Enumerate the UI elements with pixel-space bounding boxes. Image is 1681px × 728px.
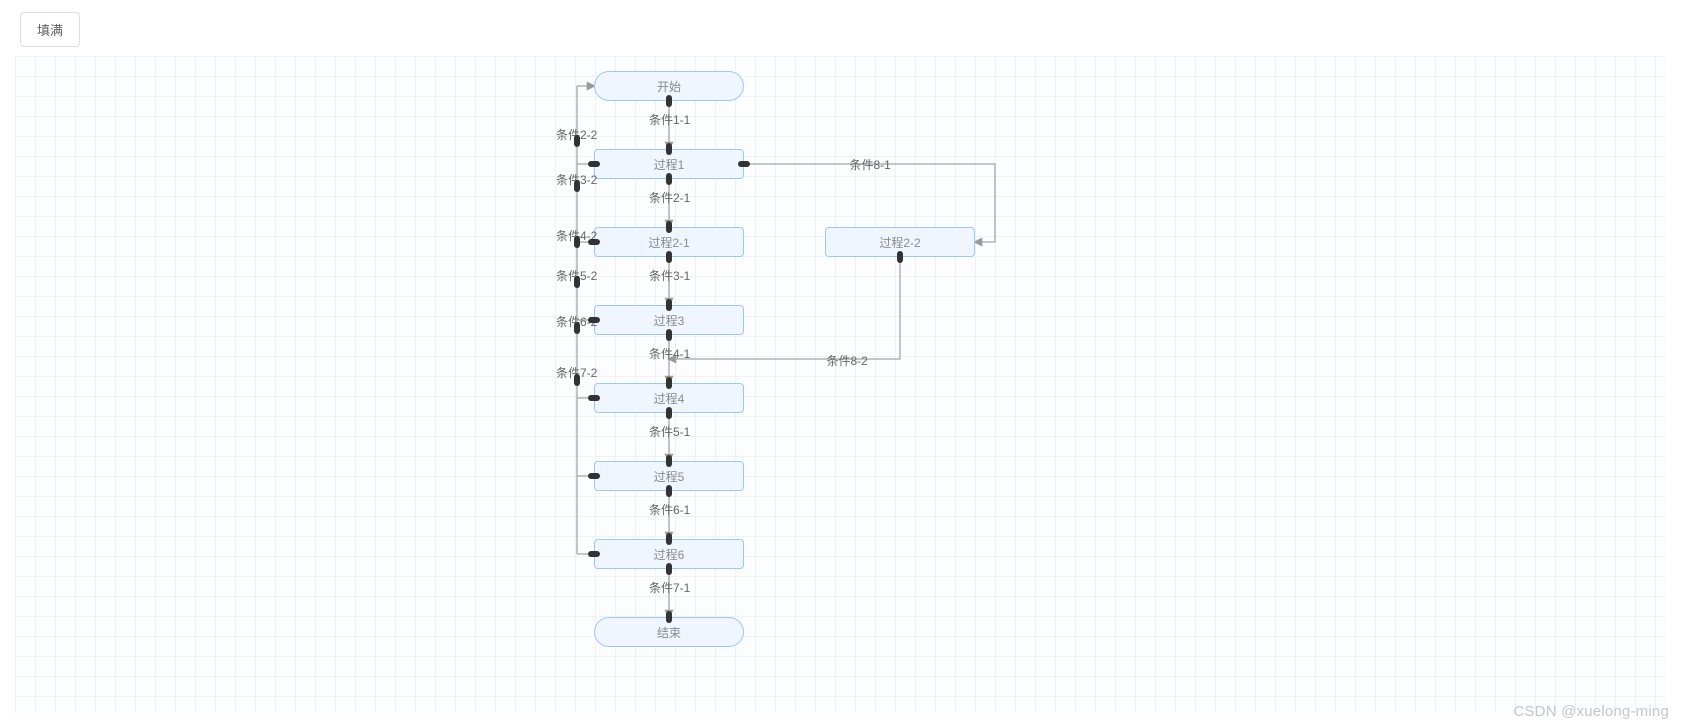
edge-label: 条件5-1 [647,423,692,440]
port[interactable] [738,161,750,167]
port[interactable] [588,395,600,401]
port[interactable] [574,236,580,248]
port[interactable] [666,251,672,263]
edge-label: 条件3-1 [647,267,692,284]
watermark: CSDN @xuelong-ming [1513,703,1669,720]
node-label: 过程4 [654,390,685,407]
fill-button[interactable]: 填满 [20,12,80,47]
port[interactable] [666,173,672,185]
node-label: 过程5 [654,468,685,485]
port[interactable] [666,485,672,497]
port[interactable] [574,135,580,147]
port[interactable] [574,374,580,386]
edge-label: 条件6-1 [647,501,692,518]
port[interactable] [588,161,600,167]
node-label: 结束 [657,624,681,641]
port[interactable] [666,221,672,233]
flow-canvas[interactable]: 开始过程1 过程2-1 过程3 过程4 过程5 过程6 结束 过程2-2 条件1-1 条件2-1… [15,56,1666,713]
edge-label: 条件2-1 [647,189,692,206]
port[interactable] [666,95,672,107]
port[interactable] [666,407,672,419]
edge-label: 条件8-2 [825,352,870,369]
node-label: 过程6 [654,546,685,563]
port[interactable] [666,563,672,575]
port[interactable] [574,180,580,192]
node-label: 过程2-1 [648,234,689,251]
edges-layer [15,56,1666,713]
node-label: 过程1 [654,156,685,173]
port[interactable] [574,276,580,288]
port[interactable] [588,551,600,557]
port[interactable] [666,455,672,467]
edge-label: 条件8-1 [848,156,893,173]
edge-label: 条件7-1 [647,579,692,596]
edge-label: 条件4-1 [647,345,692,362]
port[interactable] [666,533,672,545]
port[interactable] [588,239,600,245]
edge-label: 条件1-1 [647,111,692,128]
port[interactable] [574,322,580,334]
node-label: 过程2-2 [879,234,920,251]
port[interactable] [588,473,600,479]
port[interactable] [666,377,672,389]
node-label: 过程3 [654,312,685,329]
toolbar: 填满 [0,0,1681,59]
port[interactable] [588,317,600,323]
port[interactable] [666,611,672,623]
port[interactable] [897,251,903,263]
port[interactable] [666,299,672,311]
node-label: 开始 [657,78,681,95]
port[interactable] [666,329,672,341]
port[interactable] [666,143,672,155]
